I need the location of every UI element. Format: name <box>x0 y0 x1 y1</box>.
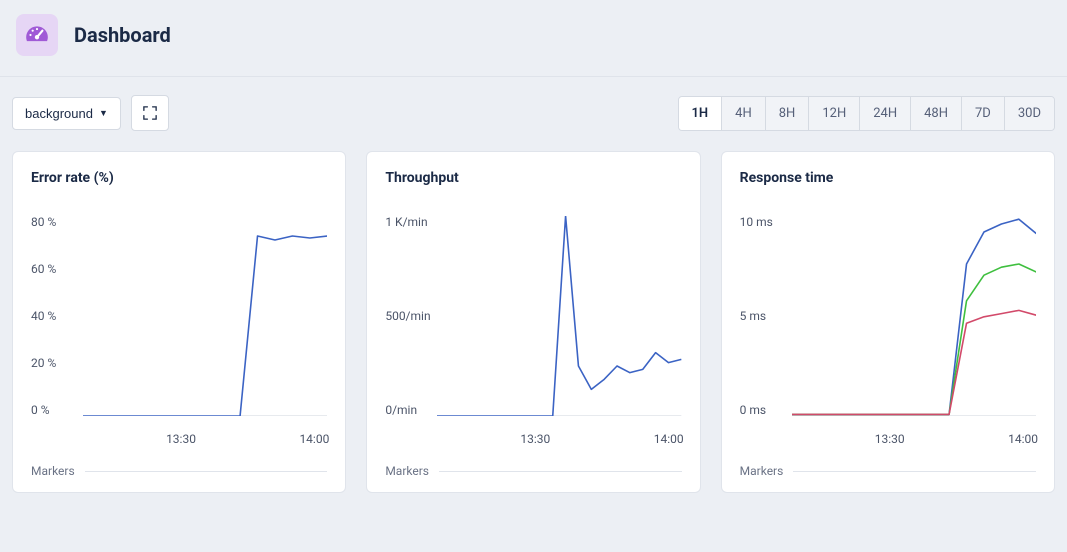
error-rate-chart[interactable]: 80 % 60 % 40 % 20 % 0 % 13:30 14:00 <box>31 216 327 446</box>
time-range-4h[interactable]: 4H <box>722 97 766 130</box>
x-tick: 14:00 <box>299 432 329 446</box>
dashboard-icon <box>16 14 58 56</box>
time-range-selector: 1H4H8H12H24H48H7D30D <box>678 96 1056 131</box>
time-range-12h[interactable]: 12H <box>809 97 860 130</box>
y-tick: 80 % <box>31 216 83 228</box>
scope-dropdown-label: background <box>25 106 93 121</box>
response-time-card: Response time 10 ms5 ms0 ms 13:30 14:00 … <box>721 151 1055 493</box>
y-tick: 0 % <box>31 404 83 416</box>
time-range-1h[interactable]: 1H <box>679 97 723 130</box>
toolbar: background ▼ 1H4H8H12H24H48H7D30D <box>0 77 1067 131</box>
time-range-48h[interactable]: 48H <box>911 97 962 130</box>
time-range-24h[interactable]: 24H <box>860 97 911 130</box>
x-axis: 13:30 14:00 <box>792 432 1036 446</box>
x-tick: 13:30 <box>166 432 196 446</box>
y-tick: 500/min <box>385 310 437 322</box>
y-tick: 0 ms <box>740 404 792 416</box>
page-header: Dashboard <box>0 0 1067 77</box>
throughput-card: Throughput 1 K/min 500/min 0/min 13:30 14:… <box>366 151 700 493</box>
markers-row: Markers <box>740 464 1036 478</box>
x-axis: 13:30 14:00 <box>83 432 327 446</box>
y-axis: 1 K/min 500/min 0/min <box>385 216 437 416</box>
y-tick: 60 % <box>31 263 83 275</box>
markers-row: Markers <box>31 464 327 478</box>
fullscreen-button[interactable] <box>131 95 169 131</box>
markers-row: Markers <box>385 464 681 478</box>
x-tick: 14:00 <box>654 432 684 446</box>
time-range-30d[interactable]: 30D <box>1005 97 1054 130</box>
x-tick: 13:30 <box>520 432 550 446</box>
markers-divider <box>85 471 328 472</box>
time-range-7d[interactable]: 7D <box>962 97 1005 130</box>
page-title: Dashboard <box>74 23 171 47</box>
response-time-chart[interactable]: 10 ms 5 ms 0 ms 13:30 14:00 <box>740 216 1036 446</box>
fullscreen-icon <box>143 106 157 120</box>
throughput-chart[interactable]: 1 K/min 500/min 0/min 13:30 14:00 <box>385 216 681 446</box>
chevron-down-icon: ▼ <box>99 108 108 118</box>
y-tick: 40 % <box>31 310 83 322</box>
y-axis: 80 % 60 % 40 % 20 % 0 % <box>31 216 83 416</box>
x-tick: 14:00 <box>1008 432 1038 446</box>
error-rate-card: Error rate (%) 80 % 60 % 40 % 20 % 0 % 13:30… <box>12 151 346 493</box>
scope-dropdown[interactable]: background ▼ <box>12 97 121 130</box>
y-tick: 1 K/min <box>385 216 437 228</box>
markers-divider <box>793 471 1036 472</box>
markers-label: Markers <box>31 464 75 478</box>
y-tick: 20 % <box>31 357 83 369</box>
y-tick: 10 ms <box>740 216 792 228</box>
x-tick: 13:30 <box>875 432 905 446</box>
markers-label: Markers <box>740 464 784 478</box>
x-axis: 13:30 14:00 <box>437 432 681 446</box>
y-axis: 10 ms 5 ms 0 ms <box>740 216 792 416</box>
markers-label: Markers <box>385 464 429 478</box>
time-range-8h[interactable]: 8H <box>766 97 810 130</box>
markers-divider <box>439 471 682 472</box>
y-tick: 5 ms <box>740 310 792 322</box>
card-title: Throughput <box>385 170 681 186</box>
card-title: Error rate (%) <box>31 170 327 186</box>
y-tick: 0/min <box>385 404 437 416</box>
card-title: Response time <box>740 170 1036 186</box>
